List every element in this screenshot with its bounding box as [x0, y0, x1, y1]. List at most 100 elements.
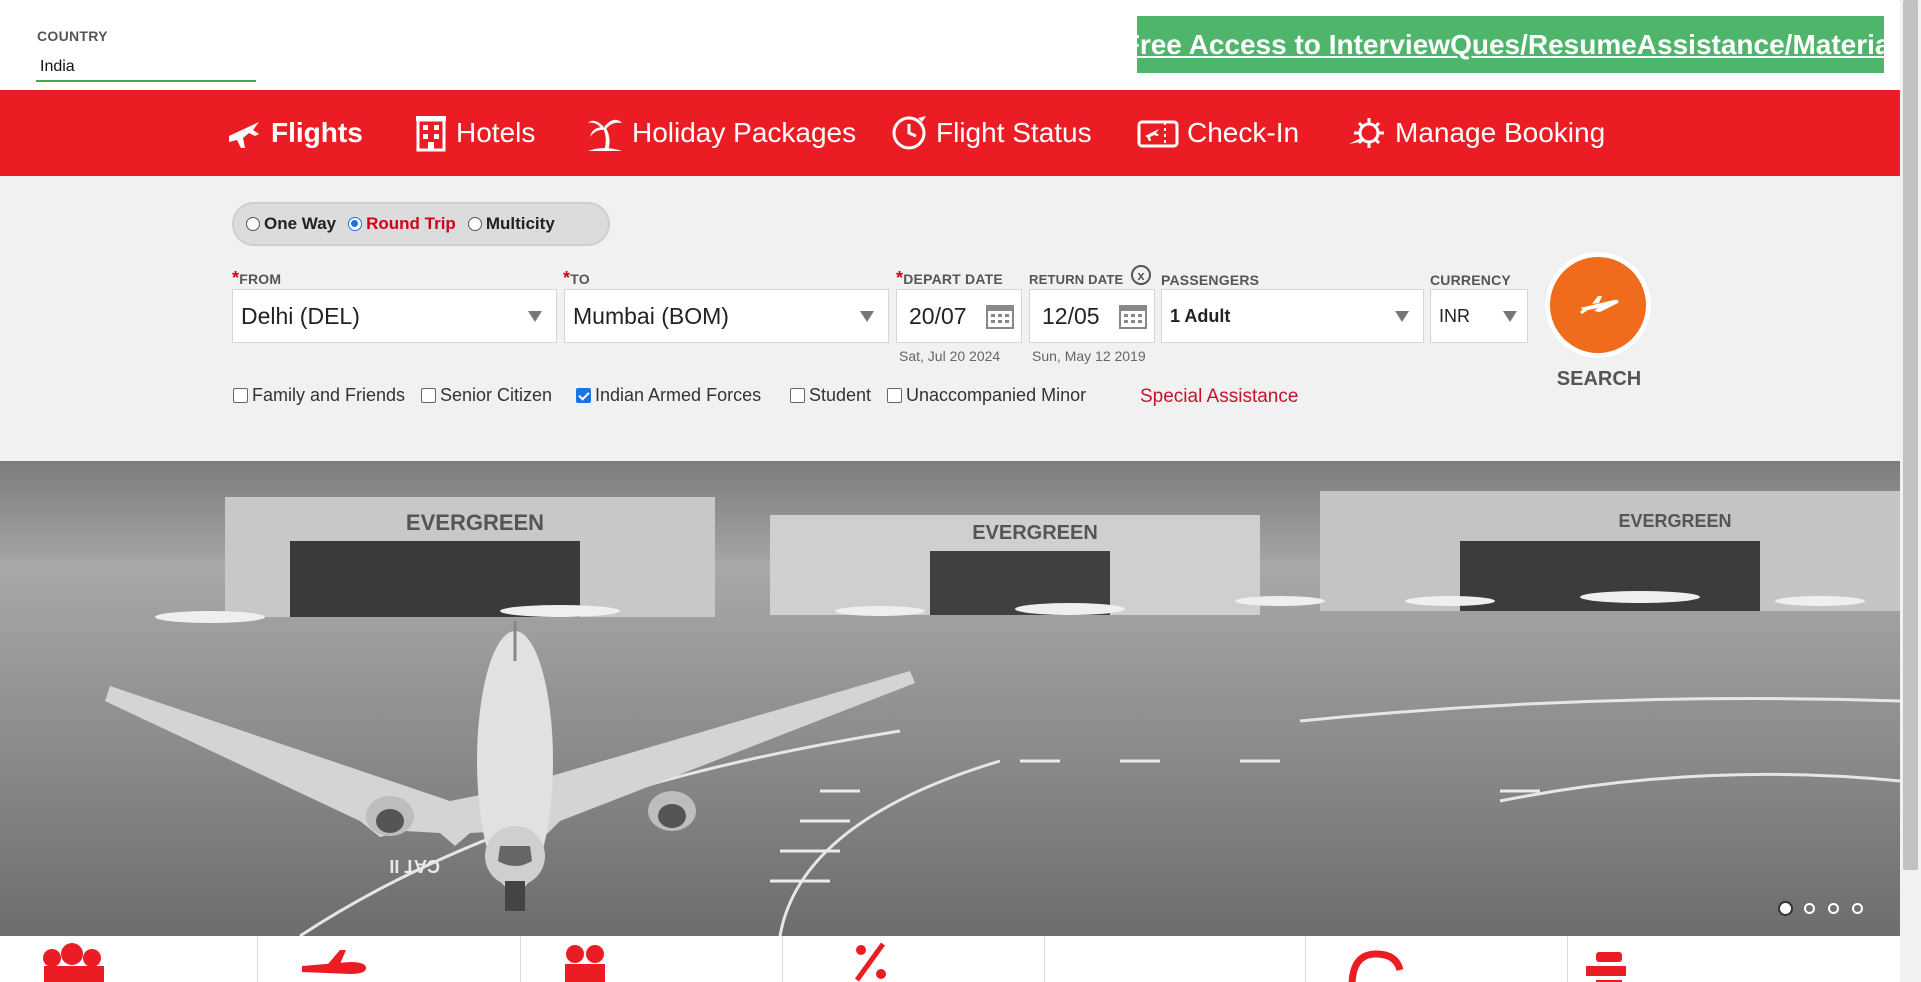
radio-one-way[interactable] [246, 217, 260, 231]
palm-tree-icon [588, 119, 622, 151]
from-label-text: FROM [239, 271, 282, 287]
carousel-dot-4[interactable] [1852, 903, 1863, 914]
checkbox[interactable] [421, 388, 436, 403]
scrollbar-thumb[interactable] [1903, 0, 1918, 870]
clear-return-date-button[interactable]: x [1131, 265, 1151, 285]
promo-banner-link[interactable]: Free Access to InterviewQues/ResumeAssis… [1123, 16, 1898, 73]
airport-hero-image: EVERGREEN EVERGREEN EVERGREEN CAT II [0, 461, 1900, 936]
airplane-icon [1580, 296, 1619, 314]
country-label: COUNTRY [37, 28, 108, 44]
hangar-sign: EVERGREEN [1618, 511, 1731, 531]
passengers-select[interactable]: 1 Adult [1161, 289, 1424, 343]
runway-marking: CAT II [389, 856, 440, 876]
radio-multicity[interactable] [467, 217, 482, 231]
couple-icon [565, 945, 605, 982]
trip-option-one-way[interactable]: One Way [246, 214, 336, 234]
depart-date-input[interactable]: 20/07 [896, 289, 1022, 343]
carousel-dots [1780, 903, 1876, 914]
from-value: Delhi (DEL) [241, 302, 360, 329]
feature-tile-offers[interactable] [783, 936, 1045, 982]
main-nav: Flights Hotels Holiday Packages Flight S… [0, 90, 1900, 176]
to-value: Mumbai (BOM) [573, 302, 729, 329]
feature-tile-support[interactable] [1306, 936, 1568, 982]
calendar-icon[interactable] [1118, 302, 1148, 330]
search-button[interactable] [1545, 252, 1651, 358]
discount-label: Family and Friends [252, 385, 406, 405]
airplane-icon [229, 122, 259, 148]
trip-type-toggle: One Way Round Trip Multicity [232, 202, 610, 246]
discount-indian-armed-forces[interactable]: Indian Armed Forces [576, 385, 761, 406]
hotel-building-icon [416, 116, 446, 152]
airplane-icon [302, 950, 366, 974]
discount-family-and-friends[interactable]: Family and Friends [233, 385, 405, 406]
checkbox[interactable] [790, 388, 805, 403]
chevron-down-icon [1395, 311, 1409, 322]
depart-date-label: *DEPART DATE [896, 268, 1003, 289]
nav-item-manage-booking[interactable]: Manage Booking [1347, 90, 1605, 176]
to-label-text: TO [570, 271, 590, 287]
discount-label: Student [809, 385, 872, 405]
currency-label: CURRENCY [1430, 272, 1511, 288]
depart-label-text: DEPART DATE [903, 271, 1003, 287]
to-select[interactable]: Mumbai (BOM) [564, 289, 889, 343]
nav-label-flight-status: Flight Status [936, 117, 1092, 148]
feature-tile-couple[interactable] [521, 936, 783, 982]
return-date-value: 12/05 [1042, 302, 1100, 329]
headset-icon [1348, 950, 1404, 982]
feature-tile-group[interactable] [0, 936, 258, 982]
depart-date-value: 20/07 [909, 302, 967, 329]
nav-item-flights[interactable]: Flights [225, 90, 363, 176]
trip-option-label: Round Trip [366, 214, 456, 233]
special-assistance-link[interactable]: Special Assistance [1140, 386, 1298, 408]
percent-icon [854, 942, 886, 982]
group-people-icon [43, 943, 104, 982]
trip-option-multicity[interactable]: Multicity [467, 214, 555, 234]
nav-label-manage-booking: Manage Booking [1395, 117, 1606, 148]
nav-item-check-in[interactable]: Check-In [1137, 90, 1299, 176]
gear-plane-icon [1349, 118, 1384, 148]
checkbox[interactable] [233, 388, 248, 403]
currency-value: INR [1439, 305, 1470, 326]
trip-option-label: One Way [264, 214, 337, 233]
feature-tile-blank[interactable] [1045, 936, 1306, 982]
discount-unaccompanied-minor[interactable]: Unaccompanied Minor [887, 385, 1086, 406]
to-label: *TO [563, 268, 590, 289]
chevron-down-icon [528, 311, 542, 322]
country-input[interactable] [36, 54, 256, 82]
checkbox[interactable] [576, 388, 591, 403]
search-button-face[interactable] [1550, 257, 1646, 353]
trip-option-round-trip[interactable]: Round Trip [348, 214, 456, 234]
nav-label-check-in: Check-In [1187, 117, 1300, 148]
feature-tile-services[interactable] [1568, 936, 1900, 982]
calendar-icon[interactable] [985, 302, 1015, 330]
hangar-sign: EVERGREEN [972, 522, 1098, 544]
discount-label: Senior Citizen [440, 385, 553, 405]
carousel-dot-2[interactable] [1804, 903, 1815, 914]
discount-student[interactable]: Student [790, 385, 871, 406]
carousel-dot-3[interactable] [1828, 903, 1839, 914]
nav-item-flight-status[interactable]: Flight Status [890, 90, 1092, 176]
return-date-label: RETURN DATE [1029, 272, 1124, 287]
search-label: SEARCH [1556, 368, 1642, 390]
hero-carousel: EVERGREEN EVERGREEN EVERGREEN CAT II [0, 461, 1900, 936]
return-date-sub: Sun, May 12 2019 [1032, 348, 1146, 364]
return-date-input[interactable]: 12/05 [1029, 289, 1155, 343]
nav-label-hotels: Hotels [456, 117, 536, 148]
nav-item-hotels[interactable]: Hotels [414, 90, 535, 176]
carousel-dot-1[interactable] [1780, 903, 1791, 914]
discount-senior-citizen[interactable]: Senior Citizen [421, 385, 552, 406]
depart-date-sub: Sat, Jul 20 2024 [899, 348, 1001, 364]
service-icon [1586, 952, 1626, 982]
feature-tile-flight[interactable] [258, 936, 521, 982]
radio-round-trip[interactable] [348, 217, 363, 231]
discount-label: Unaccompanied Minor [906, 385, 1087, 405]
nav-label-holiday-packages: Holiday Packages [632, 117, 857, 148]
checkbox[interactable] [887, 388, 902, 403]
chevron-down-icon [1503, 311, 1517, 322]
currency-select[interactable]: INR [1430, 289, 1528, 343]
discount-label: Indian Armed Forces [595, 385, 762, 405]
from-select[interactable]: Delhi (DEL) [232, 289, 557, 343]
nav-item-holiday-packages[interactable]: Holiday Packages [586, 90, 856, 176]
boarding-pass-icon [1137, 120, 1179, 148]
nav-label-flights: Flights [271, 117, 363, 148]
